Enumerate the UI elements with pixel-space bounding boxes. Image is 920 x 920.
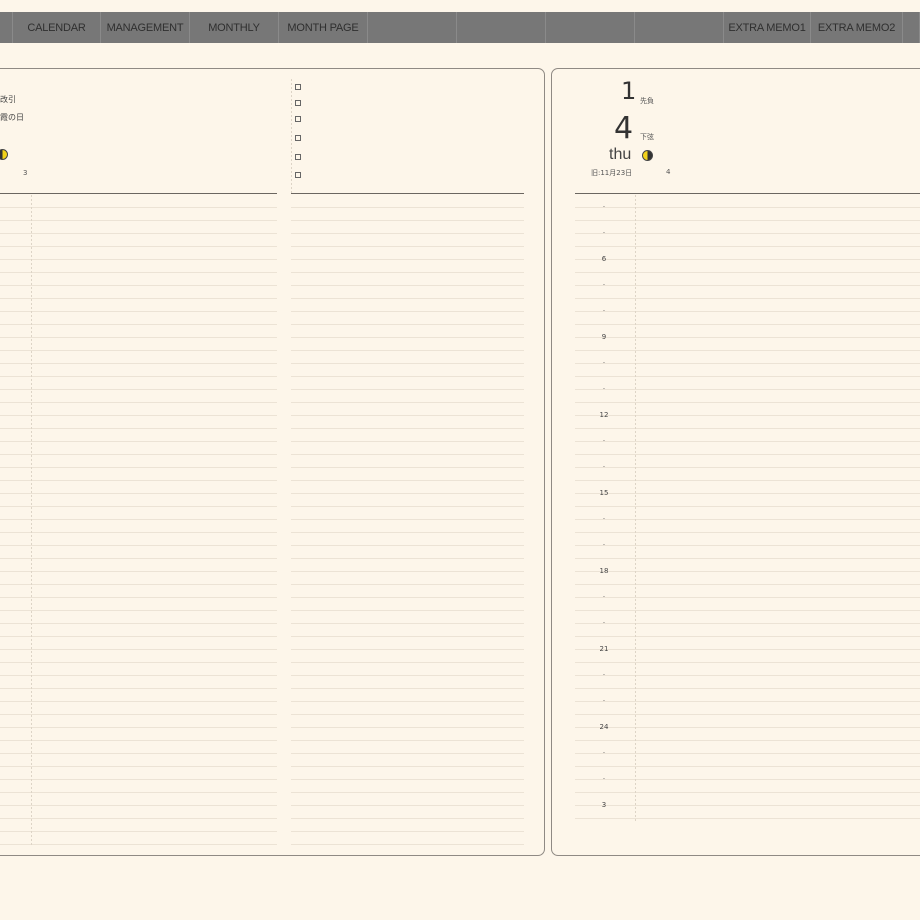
hour-label: 18 — [599, 567, 609, 575]
weekday-label: thu — [609, 146, 632, 163]
left-note-line1: 改引 — [0, 95, 16, 104]
right-column-header-divider — [291, 193, 524, 194]
nav-tab-calendar[interactable]: CALENDAR — [13, 12, 101, 43]
nav-tab-monthly[interactable]: MONTHLY — [190, 12, 279, 43]
hour-tick-mark: · — [602, 593, 606, 601]
hour-tick-mark: · — [602, 463, 606, 471]
hour-tick-mark: · — [602, 671, 606, 679]
nav-tab-blank-3[interactable] — [546, 12, 635, 43]
hour-tick-mark: · — [602, 437, 606, 445]
hour-tick-mark: · — [602, 359, 606, 367]
todo-checkbox-4[interactable] — [295, 135, 301, 141]
rokuyo-label: 先負 — [640, 97, 654, 105]
hour-label: 21 — [599, 645, 609, 653]
todo-checkbox-5[interactable] — [295, 154, 301, 160]
hour-label: 15 — [599, 489, 609, 497]
hour-label: 3 — [601, 801, 607, 809]
top-navigation-bar: CALENDAR MANAGEMENT MONTHLY MONTH PAGE E… — [0, 12, 920, 43]
right-header-divider — [575, 193, 920, 194]
hour-tick-mark: · — [602, 541, 606, 549]
left-header-divider — [0, 193, 277, 194]
left-note-line2: 霞の日 — [0, 113, 24, 122]
hour-label: 9 — [601, 333, 607, 341]
hour-label: 6 — [601, 255, 607, 263]
nav-tab-extra-memo1[interactable]: EXTRA MEMO1 — [724, 12, 811, 43]
nav-tab-blank-1[interactable] — [368, 12, 457, 43]
schedule-writing-area[interactable] — [575, 195, 920, 821]
nav-tab-blank-2[interactable] — [457, 12, 546, 43]
hour-tick-mark: · — [602, 385, 606, 393]
hour-tick-mark: · — [602, 749, 606, 757]
moon-phase-label: 下弦 — [640, 133, 654, 141]
day-number: 4 — [614, 111, 634, 146]
nav-tab-extra-memo2[interactable]: EXTRA MEMO2 — [811, 12, 903, 43]
left-small-number: 3 — [23, 169, 28, 177]
nav-tab-month-page[interactable]: MONTH PAGE — [279, 12, 368, 43]
hour-tick-mark: · — [602, 281, 606, 289]
right-small-number: 4 — [666, 168, 671, 176]
month-number: 1 — [621, 77, 637, 105]
moon-phase-icon-right — [642, 150, 653, 161]
todo-checkbox-3[interactable] — [295, 116, 301, 122]
hour-tick-mark: · — [602, 307, 606, 315]
lunar-date: 旧:11月23日 — [591, 169, 633, 177]
hour-tick-mark: · — [602, 515, 606, 523]
nav-tab-blank-end[interactable] — [903, 12, 920, 43]
hour-tick-mark: · — [602, 229, 606, 237]
hour-column-line — [635, 195, 636, 821]
hour-tick-mark: · — [602, 203, 606, 211]
hour-tick-mark: · — [602, 697, 606, 705]
nav-tab-blank-4[interactable] — [635, 12, 724, 43]
hour-label: 12 — [599, 411, 609, 419]
left-planner-page: 改引 霞の日 3 — [0, 68, 545, 856]
todo-checkbox-1[interactable] — [295, 84, 301, 90]
hour-tick-mark: · — [602, 775, 606, 783]
nav-tab-blank-start[interactable] — [0, 12, 13, 43]
hour-tick-mark: · — [602, 619, 606, 627]
nav-tab-management[interactable]: MANAGEMENT — [101, 12, 190, 43]
left-writing-area[interactable] — [0, 195, 277, 847]
todo-writing-area[interactable] — [291, 195, 524, 847]
todo-checkbox-6[interactable] — [295, 172, 301, 178]
todo-checkbox-2[interactable] — [295, 100, 301, 106]
checkbox-column-line — [291, 79, 292, 194]
moon-phase-icon — [0, 149, 8, 160]
hour-label: 24 — [599, 723, 609, 731]
left-margin-line — [31, 195, 32, 847]
right-planner-page: 1 先負 4 下弦 thu 旧:11月23日 4 · · 6 · · 9 · · 12 · · 15 ·… — [551, 68, 920, 856]
